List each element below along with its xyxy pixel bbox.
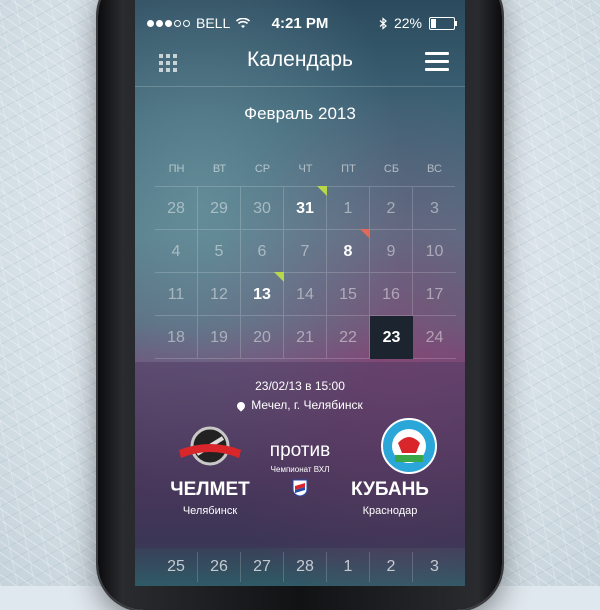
calendar-day[interactable]: 1: [327, 187, 370, 230]
calendar-day[interactable]: 11: [155, 273, 198, 316]
event-datetime: 23/02/13 в 15:00: [255, 379, 345, 393]
vhl-icon: [292, 479, 308, 497]
calendar-day[interactable]: 2: [370, 187, 413, 230]
event-marker-icon: [360, 229, 370, 239]
home-team: ЧЕЛМЕТ Челябинск: [145, 479, 275, 517]
calendar-next-row: 25 26 27 28 1 2 3: [155, 552, 455, 582]
weekday-label: ВТ: [212, 163, 227, 175]
month-title: Февраль 2013: [244, 104, 356, 123]
championship-label: Чемпионат ВХЛ: [270, 465, 330, 474]
calendar-day[interactable]: 31: [284, 186, 327, 230]
calendar-day[interactable]: 7: [284, 230, 327, 273]
app-screen: BELL 4:21 PM 22% Календарь Февраль 2013 …: [135, 0, 465, 586]
battery-icon: [429, 16, 457, 30]
calendar-day[interactable]: 3: [413, 552, 456, 582]
calendar-day[interactable]: 30: [241, 187, 284, 230]
event-panel[interactable]: 23/02/13 в 15:00 Мечел, г. Челябинск про…: [135, 362, 465, 548]
location-pin-icon: [235, 400, 247, 412]
calendar-day[interactable]: 17: [413, 273, 456, 316]
bluetooth-icon: [379, 16, 387, 30]
versus-label: против: [269, 440, 331, 461]
weekday-label: ПТ: [341, 163, 356, 175]
weekday-label: ВС: [427, 163, 442, 175]
calendar-day[interactable]: 20: [241, 316, 284, 359]
away-team-name: КУБАНЬ: [351, 479, 429, 500]
calendar-day[interactable]: 22: [327, 316, 370, 359]
calendar-day[interactable]: 9: [370, 230, 413, 273]
calendar-day[interactable]: 3: [413, 187, 456, 230]
calendar-day[interactable]: 15: [327, 273, 370, 316]
nav-bar: Календарь: [135, 40, 465, 87]
event-location: Мечел, г. Челябинск: [135, 398, 465, 412]
event-marker-icon: [274, 272, 284, 282]
location-label: Мечел, г. Челябинск: [251, 398, 363, 412]
calendar-day[interactable]: 12: [198, 273, 241, 316]
weekday-label: СР: [254, 163, 271, 175]
calendar-day[interactable]: 21: [284, 316, 327, 359]
calendar-day[interactable]: 26: [198, 552, 241, 582]
weekday-label: СБ: [383, 163, 400, 175]
calendar-day[interactable]: 25: [155, 552, 198, 582]
calendar-day[interactable]: 19: [198, 316, 241, 359]
calendar-day[interactable]: 24: [413, 316, 456, 359]
home-team-name: ЧЕЛМЕТ: [170, 479, 250, 500]
home-team-city: Челябинск: [182, 505, 238, 517]
away-team: КУБАНЬ Краснодар: [325, 479, 455, 517]
event-marker-icon: [317, 186, 327, 196]
calendar-day[interactable]: 8: [327, 229, 370, 273]
page-title: Календарь: [247, 48, 353, 71]
calendar-day[interactable]: 28: [284, 552, 327, 582]
calendar-day[interactable]: 27: [241, 552, 284, 582]
calendar-day[interactable]: 13: [241, 272, 284, 316]
calendar-day[interactable]: 16: [370, 273, 413, 316]
away-team-city: Краснодар: [362, 505, 418, 517]
calendar-day[interactable]: 29: [198, 187, 241, 230]
calendar-day[interactable]: 5: [198, 230, 241, 273]
weekday-label: ПН: [168, 163, 185, 175]
calendar-day[interactable]: 28: [155, 187, 198, 230]
calendar-day[interactable]: 18: [155, 316, 198, 359]
calendar: ПН ВТ СР ЧТ ПТ СБ ВС 28 29 30 31 1 2 3 4 5 6 7 8 9 10 11 12 13…: [155, 152, 456, 359]
weekday-header: ПН ВТ СР ЧТ ПТ СБ ВС: [155, 152, 455, 186]
calendar-day[interactable]: 4: [155, 230, 198, 273]
calendar-day[interactable]: 23: [370, 316, 413, 359]
calendar-day[interactable]: 14: [284, 273, 327, 316]
battery-percent: 22%: [393, 15, 422, 31]
menu-icon[interactable]: [425, 52, 449, 71]
calendar-day[interactable]: 1: [327, 552, 370, 582]
calendar-day[interactable]: 2: [370, 552, 413, 582]
calendar-grid: 28 29 30 31 1 2 3 4 5 6 7 8 9 10 11 12 13 14 15 16 17 18 19 20 2…: [155, 186, 456, 359]
calendar-day[interactable]: 10: [413, 230, 456, 273]
weekday-label: ЧТ: [298, 163, 313, 175]
calendar-day[interactable]: 6: [241, 230, 284, 273]
status-bar: BELL 4:21 PM 22%: [135, 15, 465, 35]
